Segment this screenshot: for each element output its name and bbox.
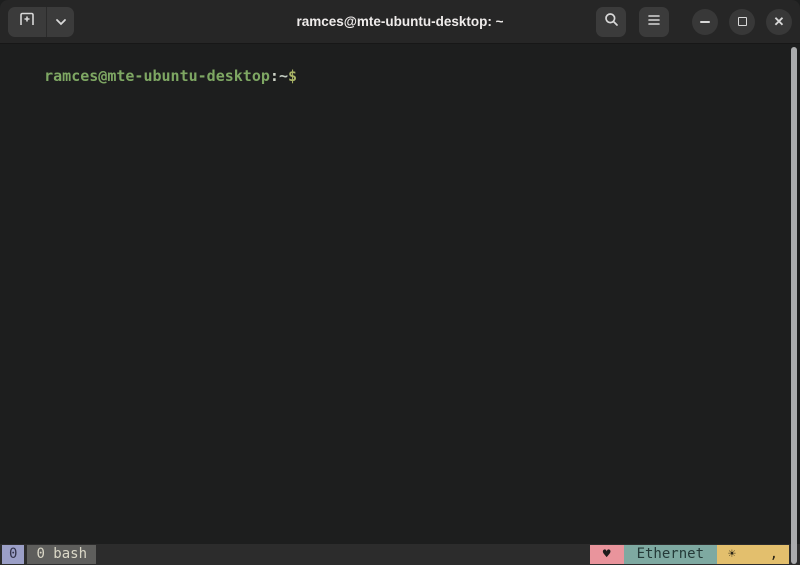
status-window-name: 0 bash <box>27 545 96 564</box>
chevron-down-icon <box>55 13 67 31</box>
search-icon <box>604 12 619 32</box>
tab-button-group <box>8 7 74 37</box>
hamburger-menu-icon <box>647 13 661 31</box>
terminal-window: ramces@mte-ubuntu-desktop: ~ <box>0 0 800 565</box>
status-battery-segment: ♥ <box>590 545 624 564</box>
close-icon: ✕ <box>774 15 785 28</box>
scrollbar-thumb[interactable] <box>791 47 797 564</box>
titlebar-controls: ✕ <box>596 7 792 37</box>
heart-icon: ♥ <box>603 545 611 564</box>
status-weather-segment: ☀ , <box>717 545 789 564</box>
status-session-index: 0 <box>2 545 24 564</box>
status-weather-text: , <box>770 545 778 564</box>
menu-button[interactable] <box>639 7 669 37</box>
prompt-line: ramces@mte-ubuntu-desktop:~$ <box>44 67 297 85</box>
new-tab-icon <box>19 12 35 31</box>
minimize-icon <box>700 21 710 23</box>
minimize-button[interactable] <box>692 9 718 35</box>
maximize-icon <box>738 17 747 26</box>
maximize-button[interactable] <box>729 9 755 35</box>
status-network-segment: Ethernet <box>624 545 717 564</box>
search-button[interactable] <box>596 7 626 37</box>
prompt-colon: : <box>270 67 279 85</box>
sun-icon: ☀ <box>728 545 736 564</box>
prompt-path: ~ <box>279 67 288 85</box>
tab-list-dropdown-button[interactable] <box>46 7 74 37</box>
prompt-symbol: $ <box>288 67 297 85</box>
terminal-screen[interactable]: ramces@mte-ubuntu-desktop:~$ <box>0 44 800 544</box>
new-tab-button[interactable] <box>8 7 46 37</box>
status-bar: 0 0 bash ♥ Ethernet ☀ , <box>0 544 800 565</box>
titlebar: ramces@mte-ubuntu-desktop: ~ <box>0 0 800 44</box>
prompt-user-host: ramces@mte-ubuntu-desktop <box>44 67 270 85</box>
close-button[interactable]: ✕ <box>766 9 792 35</box>
